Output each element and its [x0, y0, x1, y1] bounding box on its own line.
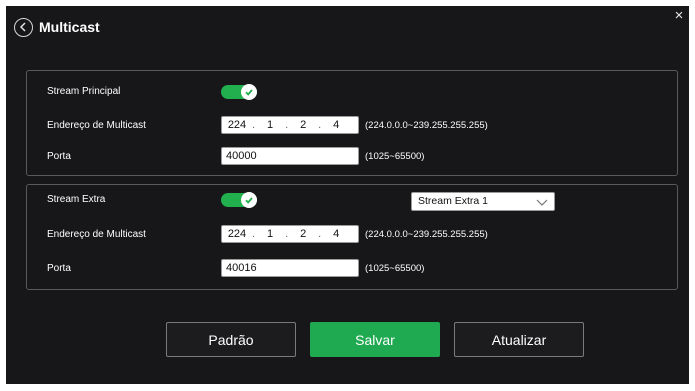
ip-octet-4[interactable]: 4 [321, 119, 351, 131]
check-icon [241, 84, 257, 100]
port-label: Porta [47, 151, 71, 162]
back-chevron-circle-icon[interactable] [14, 17, 33, 37]
stream-principal-toggle[interactable] [221, 84, 257, 100]
port-label: Porta [47, 263, 71, 274]
ip-octet-2[interactable]: 1 [255, 228, 285, 240]
save-button[interactable]: Salvar [310, 322, 440, 357]
multicast-address-input[interactable]: 224. 1. 2. 4 [221, 116, 359, 134]
stream-extra-label: Stream Extra [47, 194, 106, 205]
ip-octet-4[interactable]: 4 [321, 228, 351, 240]
multicast-address-input[interactable]: 224. 1. 2. 4 [221, 225, 359, 243]
port-range-hint: (1025~65500) [365, 151, 425, 162]
multicast-address-label: Endereço de Multicast [47, 120, 146, 131]
stream-extra-toggle[interactable] [221, 192, 257, 208]
chevron-down-icon [536, 196, 548, 213]
stream-principal-label: Stream Principal [47, 86, 121, 97]
stream-extra-section: Stream Extra Stream Extra 1 Endereço de … [26, 184, 678, 290]
stream-extra-select-value: Stream Extra 1 [418, 195, 489, 207]
stream-extra-select[interactable]: Stream Extra 1 [411, 192, 555, 211]
port-input[interactable]: 40016 [221, 259, 359, 277]
multicast-address-label: Endereço de Multicast [47, 229, 146, 240]
ip-octet-1[interactable]: 224 [222, 228, 252, 240]
refresh-button[interactable]: Atualizar [454, 322, 584, 357]
ip-range-hint: (224.0.0.0~239.255.255.255) [365, 120, 488, 131]
ip-range-hint: (224.0.0.0~239.255.255.255) [365, 229, 488, 240]
ip-octet-1[interactable]: 224 [222, 119, 252, 131]
page-title: Multicast [39, 19, 100, 35]
close-icon[interactable]: × [672, 8, 686, 23]
stream-principal-section: Stream Principal Endereço de Multicast 2… [26, 70, 678, 176]
port-input[interactable]: 40000 [221, 147, 359, 165]
check-icon [241, 192, 257, 208]
multicast-panel: × Multicast Stream Principal Endereço de… [6, 6, 689, 384]
page-header: Multicast [14, 16, 100, 38]
default-button[interactable]: Padrão [166, 322, 296, 357]
port-range-hint: (1025~65500) [365, 263, 425, 274]
ip-octet-2[interactable]: 1 [255, 119, 285, 131]
ip-octet-3[interactable]: 2 [288, 119, 318, 131]
ip-octet-3[interactable]: 2 [288, 228, 318, 240]
